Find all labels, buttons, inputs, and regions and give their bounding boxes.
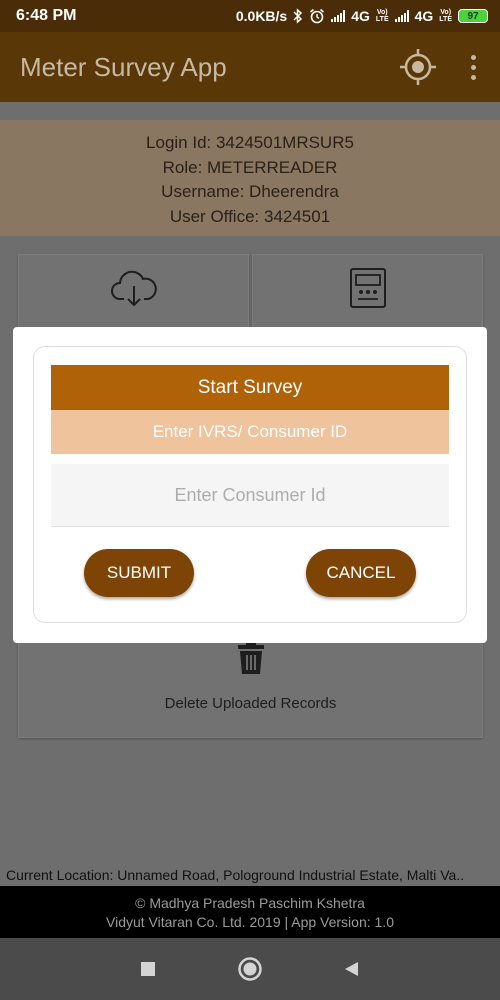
home-circle-icon — [238, 957, 262, 981]
status-icons: 0.0KB/s 4G Vo) LTE 4G Vo) LTE 97 — [236, 8, 488, 24]
back-button[interactable] — [332, 949, 372, 989]
delete-uploaded-records-label: Delete Uploaded Records — [164, 695, 337, 712]
dialog-title: Start Survey — [51, 365, 449, 410]
login-id: Login Id: 3424501MRSUR5 — [146, 133, 354, 152]
trash-icon — [237, 641, 264, 674]
recents-square-icon — [141, 962, 155, 976]
start-survey-dialog: Start Survey Enter IVRS/ Consumer ID SUB… — [13, 327, 487, 643]
meter-card[interactable] — [252, 254, 483, 334]
footer: © Madhya Pradesh Paschim Kshetra Vidyut … — [0, 886, 500, 938]
dialog-subtitle: Enter IVRS/ Consumer ID — [51, 410, 449, 454]
system-nav-bar — [0, 938, 500, 1000]
username: Username: Dheerendra — [161, 182, 339, 201]
signal-icon — [331, 10, 346, 22]
recents-button[interactable] — [128, 949, 168, 989]
dialog-card: Start Survey Enter IVRS/ Consumer ID SUB… — [33, 346, 467, 623]
back-triangle-icon — [345, 962, 358, 976]
app-title: Meter Survey App — [20, 51, 227, 82]
cloud-download-icon — [110, 270, 157, 307]
network-type-2: 4G — [414, 8, 434, 24]
role: Role: METERREADER — [162, 157, 338, 177]
network-speed: 0.0KB/s — [235, 8, 288, 24]
electric-meter-icon — [349, 268, 386, 308]
consumer-id-field[interactable] — [51, 464, 449, 527]
alarm-icon — [310, 8, 325, 24]
battery-icon: 97 — [458, 9, 488, 23]
location-button[interactable] — [398, 47, 438, 87]
location-target-icon — [400, 49, 436, 85]
download-card[interactable] — [18, 254, 249, 334]
volte-icon-1: Vo) LTE — [375, 9, 389, 23]
footer-line-2: Vidyut Vitaran Co. Ltd. 2019 | App Versi… — [106, 914, 394, 930]
footer-line-1: © Madhya Pradesh Paschim Kshetra — [135, 895, 365, 911]
current-location: Current Location: Unnamed Road, Pologrou… — [0, 864, 500, 886]
app-bar: Meter Survey App — [0, 32, 500, 102]
home-button[interactable] — [230, 949, 270, 989]
status-bar: 6:48 PM 0.0KB/s 4G Vo) LTE 4G Vo) LTE 97 — [0, 0, 500, 32]
consumer-id-input[interactable] — [51, 464, 449, 526]
bluetooth-icon — [293, 8, 303, 24]
cancel-button[interactable]: CANCEL — [306, 549, 416, 597]
user-info-panel: Login Id: 3424501MRSUR5 Role: METERREADE… — [0, 120, 500, 236]
user-office: User Office: 3424501 — [169, 206, 331, 226]
volte-icon-2: Vo) LTE — [439, 9, 452, 23]
network-type-1: 4G — [351, 8, 370, 24]
overflow-menu-icon[interactable] — [466, 54, 480, 80]
signal-icon-2 — [394, 10, 409, 22]
submit-button[interactable]: SUBMIT — [84, 549, 194, 597]
status-time: 6:48 PM — [16, 7, 77, 24]
